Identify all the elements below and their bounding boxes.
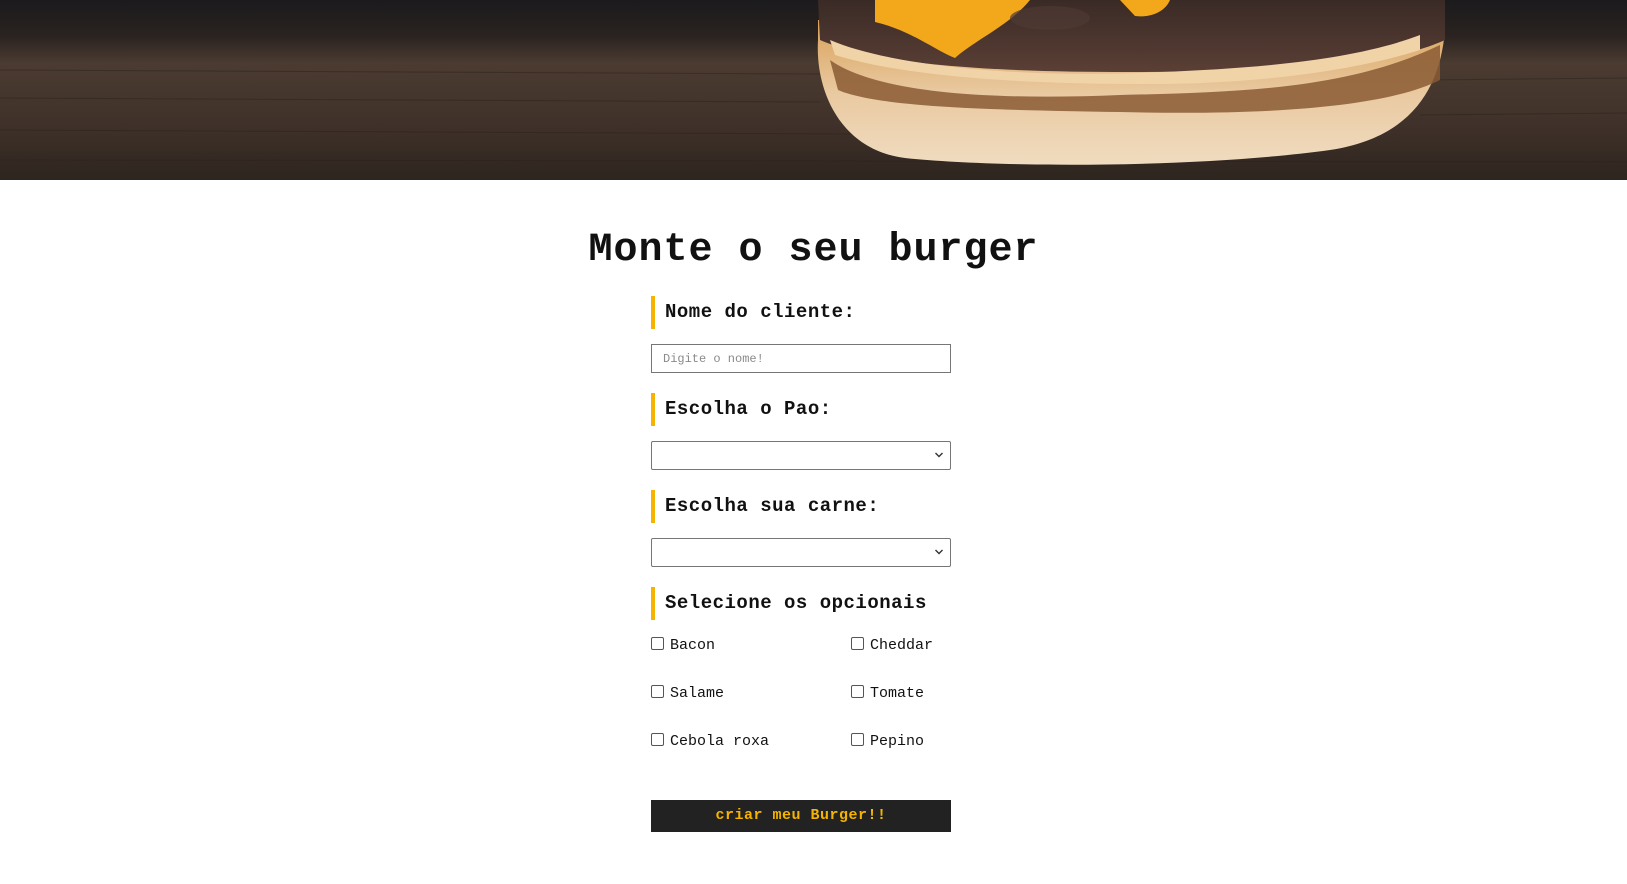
checkbox[interactable]	[651, 733, 664, 746]
optional-label: Cebola roxa	[670, 732, 770, 750]
optional-salame[interactable]: Salame	[651, 682, 851, 704]
customer-name-input[interactable]	[651, 344, 951, 373]
chevron-down-icon	[935, 549, 943, 555]
create-burger-button[interactable]: criar meu Burger!!	[651, 800, 951, 832]
optional-tomate[interactable]: Tomate	[851, 682, 951, 704]
burger-form: Nome do cliente: Escolha o Pao: Escolha …	[651, 296, 951, 832]
hero-banner-image	[0, 0, 1627, 180]
checkbox[interactable]	[851, 733, 864, 746]
optionals-grid: Bacon Cheddar Salame Tomate Cebola roxa …	[651, 634, 951, 752]
customer-name-label: Nome do cliente:	[651, 296, 951, 329]
optional-cebola-roxa[interactable]: Cebola roxa	[651, 730, 851, 752]
optional-bacon[interactable]: Bacon	[651, 634, 851, 656]
optionals-label: Selecione os opcionais	[651, 587, 951, 620]
optional-cheddar[interactable]: Cheddar	[851, 634, 951, 656]
checkbox[interactable]	[651, 637, 664, 650]
checkbox[interactable]	[851, 637, 864, 650]
optional-label: Salame	[670, 684, 725, 702]
optional-pepino[interactable]: Pepino	[851, 730, 951, 752]
burger-photo	[0, 0, 1627, 180]
optional-label: Pepino	[870, 732, 925, 750]
meat-select[interactable]	[651, 538, 951, 567]
bread-select[interactable]	[651, 441, 951, 470]
bread-label: Escolha o Pao:	[651, 393, 951, 426]
page-title: Monte o seu burger	[588, 228, 1039, 273]
checkbox[interactable]	[851, 685, 864, 698]
chevron-down-icon	[935, 452, 943, 458]
optional-label: Cheddar	[870, 636, 934, 654]
meat-label: Escolha sua carne:	[651, 490, 951, 523]
checkbox[interactable]	[651, 685, 664, 698]
optional-label: Bacon	[670, 636, 716, 654]
optional-label: Tomate	[870, 684, 925, 702]
